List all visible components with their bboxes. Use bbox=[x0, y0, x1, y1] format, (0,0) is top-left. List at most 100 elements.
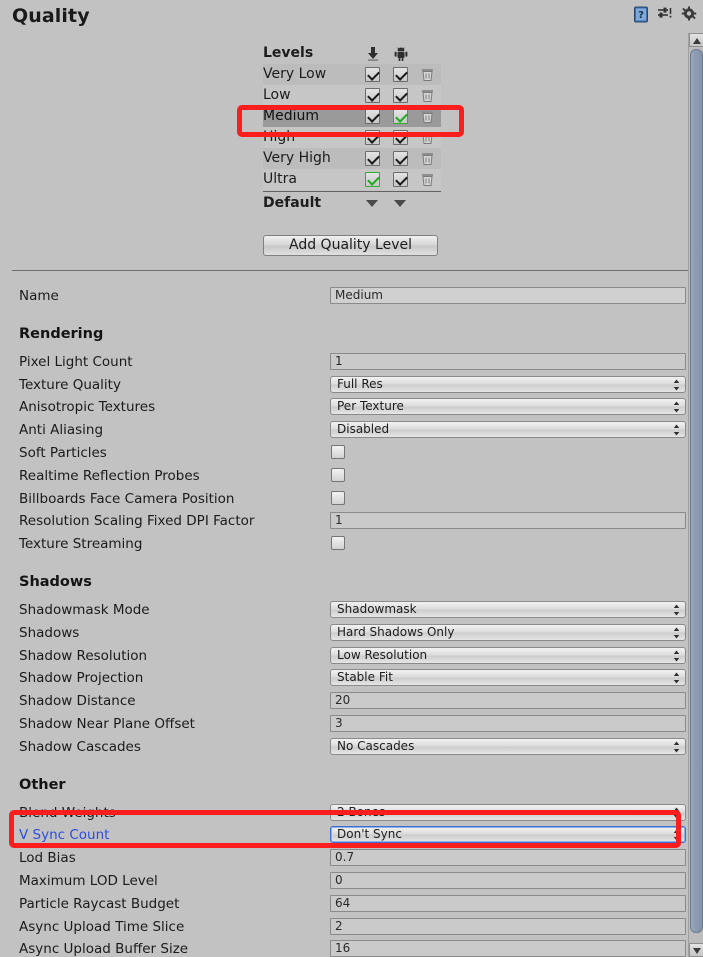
property-text-field[interactable]: 64 bbox=[330, 894, 686, 912]
default-android-dropdown-icon[interactable] bbox=[394, 200, 406, 207]
quality-level-row[interactable]: High bbox=[263, 127, 441, 148]
property-label: Realtime Reflection Probes bbox=[19, 467, 200, 484]
section-heading: Rendering bbox=[19, 325, 104, 342]
property-text-field[interactable]: 1 bbox=[330, 352, 686, 370]
standalone-enabled-checkbox[interactable] bbox=[365, 130, 380, 145]
standalone-enabled-checkbox[interactable] bbox=[365, 67, 380, 82]
scrollbar-thumb[interactable] bbox=[690, 49, 703, 933]
quality-level-row[interactable]: Low bbox=[263, 85, 441, 106]
property-row: Texture Quality Full Res bbox=[0, 374, 694, 397]
property-text-field[interactable]: 20 bbox=[330, 692, 686, 710]
quality-level-row[interactable]: Ultra bbox=[263, 169, 441, 190]
quality-level-row[interactable]: Very Low bbox=[263, 64, 441, 85]
android-enabled-checkbox[interactable] bbox=[393, 67, 408, 82]
android-enabled-checkbox[interactable] bbox=[393, 109, 408, 124]
scroll-up-arrow[interactable] bbox=[689, 33, 703, 47]
chevron-updown-icon bbox=[673, 672, 680, 684]
property-dropdown[interactable]: Don't Sync bbox=[330, 826, 686, 844]
delete-level-trash-icon[interactable] bbox=[420, 130, 435, 145]
android-enabled-checkbox[interactable] bbox=[393, 130, 408, 145]
section-divider bbox=[12, 270, 690, 271]
quality-settings-window: Quality ? Levels Very Low Low Medium Hig… bbox=[0, 0, 703, 957]
property-text-field[interactable]: 1 bbox=[330, 512, 686, 530]
property-checkbox[interactable] bbox=[331, 467, 345, 482]
page-title: Quality bbox=[12, 5, 90, 27]
property-dropdown[interactable]: Per Texture bbox=[330, 398, 686, 416]
property-row: Blend Weights 2 Bones bbox=[0, 802, 694, 825]
property-dropdown[interactable]: Shadowmask bbox=[330, 601, 686, 618]
delete-level-trash-icon[interactable] bbox=[420, 172, 435, 187]
android-enabled-checkbox[interactable] bbox=[393, 88, 408, 103]
property-label: Shadow Resolution bbox=[19, 647, 148, 664]
standalone-enabled-checkbox[interactable] bbox=[365, 151, 380, 166]
property-label: Anisotropic Textures bbox=[19, 399, 156, 416]
section-heading: Other bbox=[19, 776, 66, 793]
property-dropdown[interactable]: Stable Fit bbox=[330, 669, 686, 687]
property-dropdown[interactable]: Full Res bbox=[330, 375, 686, 393]
android-platform-icon[interactable] bbox=[393, 46, 409, 62]
property-text-field[interactable]: 0.7 bbox=[330, 849, 686, 867]
delete-level-trash-icon[interactable] bbox=[420, 151, 435, 166]
help-icon[interactable]: ? bbox=[633, 6, 650, 23]
property-text-field[interactable]: 0 bbox=[330, 872, 686, 889]
property-checkbox[interactable] bbox=[331, 490, 345, 505]
scroll-down-arrow[interactable] bbox=[689, 943, 703, 957]
property-label: Pixel Light Count bbox=[19, 353, 133, 370]
property-dropdown[interactable]: Disabled bbox=[330, 421, 686, 439]
quality-levels-table: Levels Very Low Low Medium High Very Hig… bbox=[263, 44, 441, 214]
property-row: Shadows Hard Shadows Only bbox=[0, 622, 694, 645]
levels-rows-container: Very Low Low Medium High Very High Ultra bbox=[263, 64, 441, 190]
name-input[interactable]: Medium bbox=[330, 287, 686, 304]
levels-header-label: Levels bbox=[263, 45, 314, 61]
android-enabled-checkbox[interactable] bbox=[393, 151, 408, 166]
property-dropdown[interactable]: No Cascades bbox=[330, 737, 686, 755]
property-checkbox[interactable] bbox=[331, 445, 345, 459]
delete-level-trash-icon[interactable] bbox=[420, 88, 435, 103]
property-row: Shadowmask Mode Shadowmask bbox=[0, 599, 694, 622]
quality-level-row[interactable]: Very High bbox=[263, 148, 441, 169]
property-label: Shadowmask Mode bbox=[19, 602, 150, 618]
preset-icon[interactable] bbox=[657, 6, 674, 23]
property-label: Anti Aliasing bbox=[19, 422, 104, 439]
standalone-platform-icon[interactable] bbox=[365, 46, 381, 62]
standalone-enabled-checkbox[interactable] bbox=[365, 88, 380, 103]
property-label: V Sync Count bbox=[19, 827, 110, 844]
add-quality-level-button[interactable]: Add Quality Level bbox=[263, 235, 438, 256]
vertical-scrollbar[interactable] bbox=[688, 33, 703, 957]
property-row: Shadow Resolution Low Resolution bbox=[0, 645, 694, 668]
dropdown-value: Full Res bbox=[337, 376, 383, 391]
property-text-field[interactable]: 16 bbox=[330, 940, 686, 957]
window-titlebar: Quality ? bbox=[0, 0, 703, 33]
android-enabled-checkbox[interactable] bbox=[393, 172, 408, 187]
dropdown-value: Per Texture bbox=[337, 399, 404, 414]
quality-level-name: Low bbox=[263, 87, 291, 103]
delete-level-trash-icon[interactable] bbox=[420, 67, 435, 82]
property-checkbox[interactable] bbox=[331, 536, 345, 551]
property-label: Async Upload Buffer Size bbox=[19, 941, 189, 957]
property-row: Pixel Light Count 1 bbox=[0, 351, 694, 374]
property-label: Texture Quality bbox=[19, 376, 121, 393]
default-standalone-dropdown-icon[interactable] bbox=[366, 200, 378, 207]
name-property-row: Name Medium bbox=[0, 285, 694, 308]
standalone-enabled-checkbox[interactable] bbox=[365, 109, 380, 124]
property-row: Particle Raycast Budget 64 bbox=[0, 893, 694, 916]
dropdown-value: Disabled bbox=[337, 422, 390, 437]
property-dropdown[interactable]: 2 Bones bbox=[330, 803, 686, 821]
property-dropdown[interactable]: Hard Shadows Only bbox=[330, 623, 686, 641]
dropdown-value: 2 Bones bbox=[337, 804, 386, 819]
property-row: Soft Particles bbox=[0, 442, 694, 465]
property-text-field[interactable]: 3 bbox=[330, 715, 686, 732]
default-label: Default bbox=[263, 195, 322, 211]
quality-level-name: Very Low bbox=[263, 66, 327, 82]
chevron-updown-icon bbox=[673, 627, 680, 639]
dropdown-value: Shadowmask bbox=[337, 602, 417, 616]
delete-level-trash-icon[interactable] bbox=[420, 109, 435, 124]
property-dropdown[interactable]: Low Resolution bbox=[330, 646, 686, 664]
property-row: Async Upload Time Slice 2 bbox=[0, 916, 694, 939]
property-text-field[interactable]: 2 bbox=[330, 917, 686, 935]
standalone-enabled-checkbox[interactable] bbox=[365, 172, 380, 187]
gear-icon[interactable] bbox=[681, 6, 698, 23]
property-label: Particle Raycast Budget bbox=[19, 895, 180, 912]
levels-header-row: Levels bbox=[263, 44, 441, 64]
quality-level-row[interactable]: Medium bbox=[263, 106, 441, 127]
